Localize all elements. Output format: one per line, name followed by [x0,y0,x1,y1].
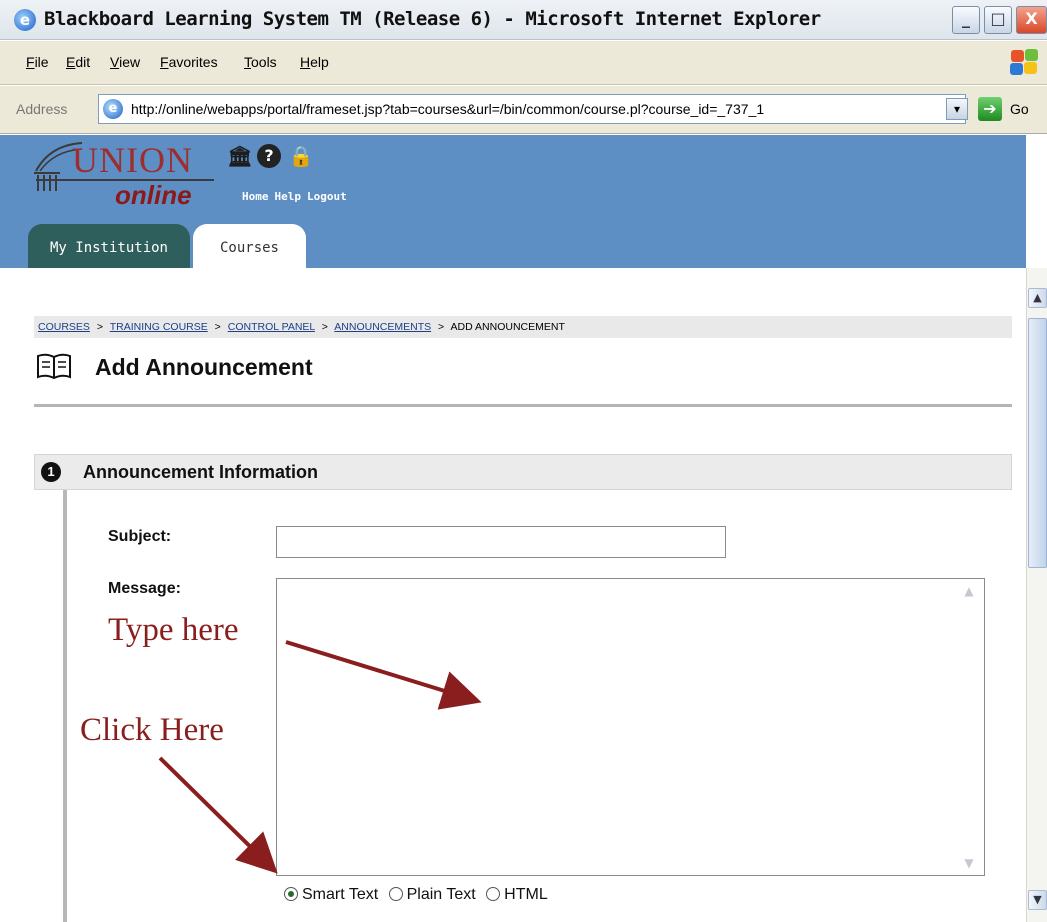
go-button[interactable]: Go [1010,101,1029,117]
breadcrumb-current: ADD ANNOUNCEMENT [450,321,565,333]
logout-link[interactable]: Logout [307,190,347,203]
menu-edit[interactable]: Edit [66,54,90,70]
menu-view[interactable]: View [110,54,140,70]
breadcrumb-separator: > [214,321,221,333]
radio-smart-text[interactable]: Smart Text [284,886,378,904]
logo-online-text: online [115,180,192,210]
radio-html-label: HTML [504,886,548,903]
breadcrumb-courses[interactable]: COURSES [38,321,90,333]
scroll-thumb[interactable] [1028,318,1047,568]
scroll-down-icon[interactable]: ▼ [1028,890,1047,910]
radio-plain-text[interactable]: Plain Text [388,886,476,904]
menu-favorites[interactable]: Favorites [160,54,218,70]
breadcrumb-training-course[interactable]: TRAINING COURSE [110,321,208,333]
radio-smart-text-label: Smart Text [302,886,379,903]
radio-unchecked-icon[interactable] [388,887,403,901]
tab-my-institution[interactable]: My Institution [28,224,190,269]
header-nav-labels: Home Help Logout [242,190,353,203]
address-label: Address [16,101,68,117]
internet-explorer-icon: e [14,9,36,31]
annotation-click-here: Click Here [80,712,224,748]
minimize-button[interactable]: _ [952,6,980,34]
menu-tools[interactable]: Tools [244,54,277,70]
breadcrumb-separator: > [321,321,328,333]
address-bar: Address e http://online/webapps/portal/f… [0,86,1047,134]
radio-plain-text-label: Plain Text [406,886,476,903]
logout-lock-icon[interactable]: 🔒 [288,143,314,169]
title-divider [34,404,1012,407]
menu-file[interactable]: File [26,54,49,70]
windows-flag-icon [1010,49,1040,77]
address-dropdown-button[interactable]: ▾ [946,98,968,120]
radio-checked-icon[interactable] [284,887,298,901]
scroll-up-icon[interactable]: ▲ [1028,288,1047,308]
window-title: Blackboard Learning System TM (Release 6… [44,8,821,30]
address-field[interactable]: e http://online/webapps/portal/frameset.… [98,94,966,124]
home-link[interactable]: Home [242,190,269,203]
section-rail [63,490,67,922]
menu-help[interactable]: Help [300,54,329,70]
radio-unchecked-icon[interactable] [486,887,501,901]
radio-html[interactable]: HTML [486,886,548,904]
breadcrumb-separator: > [96,321,103,333]
section-header: 1 Announcement Information [34,454,1012,490]
page-title: Add Announcement [95,354,313,380]
step-number-badge: 1 [41,462,61,482]
tab-courses[interactable]: Courses [193,224,306,269]
home-icon[interactable]: 🏛 [227,143,253,169]
help-link[interactable]: Help [275,190,302,203]
window-title-bar: e Blackboard Learning System TM (Release… [0,0,1047,40]
breadcrumb-separator: > [438,321,445,333]
subject-input[interactable] [276,526,726,558]
menu-bar: File Edit View Favorites Tools Help [0,41,1047,85]
maximize-button[interactable]: □ [984,6,1012,34]
book-icon [37,353,71,380]
address-url[interactable]: http://online/webapps/portal/frameset.js… [131,101,764,117]
go-arrow-icon[interactable]: ➔ [978,97,1002,121]
main-content: COURSES > TRAINING COURSE > CONTROL PANE… [0,268,1026,922]
text-format-options: Smart Text Plain Text HTML [284,886,554,904]
close-button[interactable]: X [1016,6,1047,34]
message-textarea[interactable] [276,578,985,876]
help-icon[interactable]: ? [257,144,281,168]
page-icon: e [103,99,123,119]
breadcrumb-announcements[interactable]: ANNOUNCEMENTS [334,321,431,333]
section-title: Announcement Information [83,462,318,482]
arrow-to-smart-text [158,756,278,874]
message-label: Message: [108,580,181,597]
breadcrumb: COURSES > TRAINING COURSE > CONTROL PANE… [34,316,1012,338]
page-scrollbar[interactable]: ▲ ▼ [1026,268,1047,922]
subject-label: Subject: [108,528,172,545]
annotation-type-here: Type here [108,612,239,648]
logo-union-text: UNION [72,140,193,180]
breadcrumb-control-panel[interactable]: CONTROL PANEL [228,321,315,333]
